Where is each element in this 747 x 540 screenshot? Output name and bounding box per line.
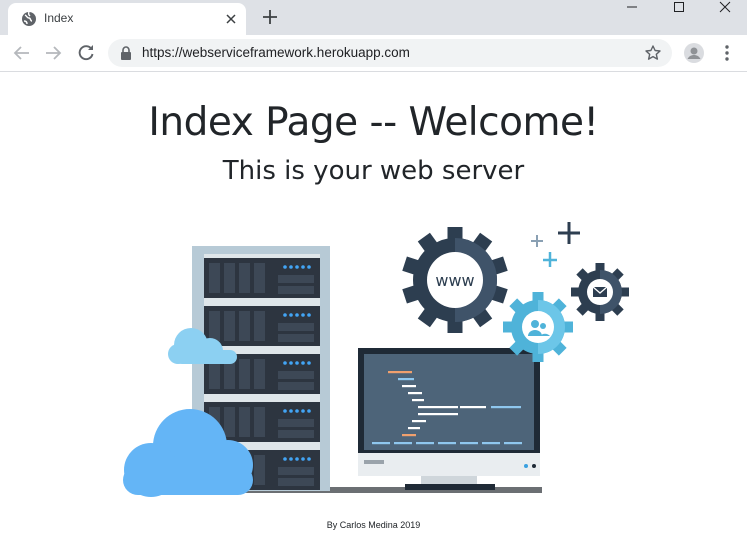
close-icon[interactable] bbox=[224, 12, 238, 26]
maximize-icon[interactable] bbox=[656, 0, 702, 30]
www-label: www bbox=[435, 271, 474, 290]
url-text[interactable]: https://webserviceframework.herokuapp.co… bbox=[142, 45, 410, 60]
monitor-icon bbox=[358, 348, 540, 490]
minimize-icon[interactable] bbox=[609, 0, 655, 30]
browser-toolbar: https://webserviceframework.herokuapp.co… bbox=[0, 35, 747, 72]
footer-credit: By Carlos Medina 2019 bbox=[326, 520, 421, 530]
tab-strip: Index bbox=[0, 0, 747, 35]
plus-icon bbox=[531, 222, 580, 267]
avatar-icon[interactable] bbox=[683, 42, 705, 64]
tab-title: Index bbox=[44, 11, 74, 25]
globe-icon bbox=[22, 11, 36, 26]
page-subtitle: This is your web server bbox=[222, 156, 525, 186]
plus-icon[interactable] bbox=[262, 9, 278, 25]
address-bar[interactable]: https://webserviceframework.herokuapp.co… bbox=[108, 39, 672, 67]
star-icon[interactable] bbox=[644, 44, 662, 62]
lock-icon bbox=[121, 46, 131, 60]
page-title: Index Page -- Welcome! bbox=[148, 100, 599, 145]
arrow-left-icon[interactable] bbox=[12, 43, 32, 63]
arrow-right-icon[interactable] bbox=[43, 43, 63, 63]
kebab-menu-icon[interactable] bbox=[719, 44, 735, 62]
server-illustration: www bbox=[123, 222, 629, 497]
window-close-icon[interactable] bbox=[701, 0, 747, 30]
www-gear-icon: www bbox=[402, 227, 508, 333]
browser-tab[interactable]: Index bbox=[8, 3, 246, 35]
mail-gear-icon bbox=[571, 263, 629, 321]
reload-icon[interactable] bbox=[76, 43, 96, 63]
users-gear-icon bbox=[503, 292, 573, 362]
